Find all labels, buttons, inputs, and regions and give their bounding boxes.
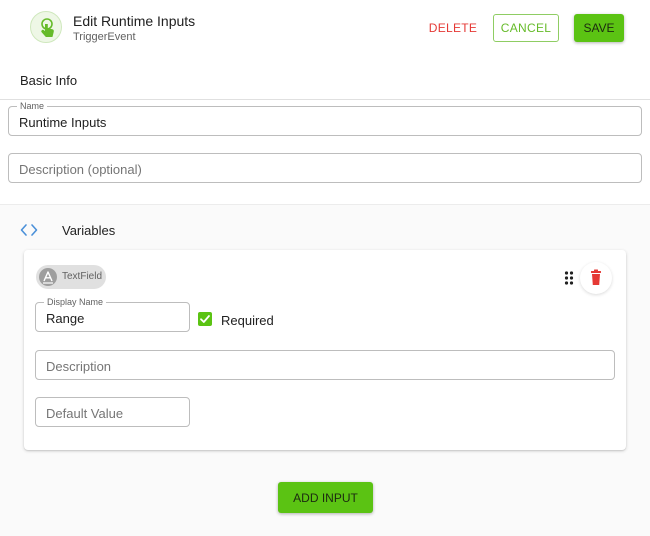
type-chip-label: TextField [62, 271, 103, 282]
required-checkbox[interactable] [198, 312, 212, 326]
code-brackets-icon [20, 223, 38, 237]
display-name-value: Range [46, 311, 85, 326]
touch-gesture-icon [30, 11, 62, 43]
description-placeholder: Description (optional) [19, 162, 142, 177]
display-name-field[interactable]: Display Name Range [35, 297, 190, 332]
text-field-icon [39, 268, 57, 286]
variable-description-field[interactable]: Description [35, 350, 615, 380]
save-button[interactable]: SAVE [574, 14, 624, 42]
dialog-subtitle: TriggerEvent [73, 31, 136, 43]
description-field[interactable]: Description (optional) [8, 153, 642, 183]
dialog-header: Edit Runtime Inputs TriggerEvent DELETE … [0, 0, 650, 56]
default-value-placeholder: Default Value [46, 406, 124, 421]
name-field[interactable]: Name Runtime Inputs [8, 101, 642, 136]
type-chip: TextField [36, 265, 106, 289]
variables-heading: Variables [62, 223, 116, 238]
name-field-label: Name [17, 101, 48, 112]
checkmark-icon [200, 315, 210, 323]
delete-button[interactable]: DELETE [426, 14, 480, 42]
add-input-button[interactable]: ADD INPUT [278, 482, 373, 513]
section-divider [0, 99, 650, 100]
cancel-button[interactable]: CANCEL [493, 14, 559, 42]
basic-info-heading: Basic Info [20, 73, 78, 88]
dialog-title: Edit Runtime Inputs [73, 13, 196, 29]
required-label: Required [221, 313, 274, 328]
variable-description-placeholder: Description [46, 359, 112, 374]
display-name-label: Display Name [44, 297, 107, 308]
default-value-field[interactable]: Default Value [35, 397, 190, 427]
delete-variable-button[interactable] [580, 262, 612, 294]
variable-card: TextField Display Name Range Required De… [24, 250, 626, 450]
trash-icon [591, 269, 601, 285]
drag-handle-icon[interactable] [564, 271, 574, 285]
name-field-value: Runtime Inputs [19, 115, 107, 130]
